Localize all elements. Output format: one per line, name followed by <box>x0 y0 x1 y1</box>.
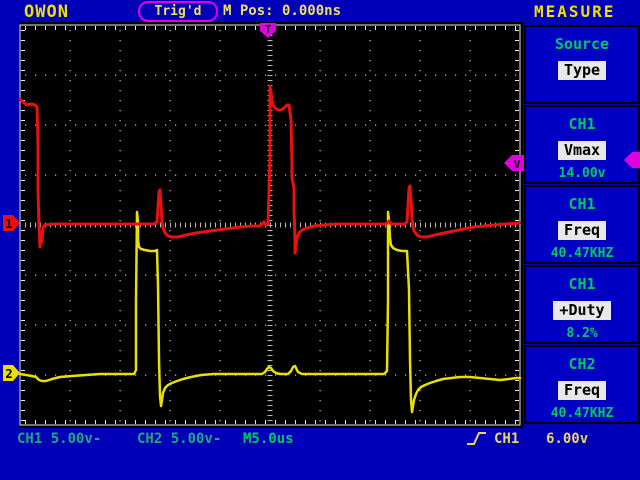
status-bar: CH1 5.00v- CH2 5.00v- M5.0us CH1 6.00v <box>0 430 640 450</box>
trigger-level-readout: 6.00v <box>546 431 589 447</box>
ch1-flag-label: 1 <box>5 217 12 231</box>
menu-item-button[interactable]: Freq <box>557 221 607 240</box>
menu-item-ch1-vmax[interactable]: CH1 Vmax 14.00v <box>524 105 640 184</box>
menu-item-value: 14.00v <box>558 166 606 181</box>
menu-item-label: CH1 <box>568 275 596 293</box>
ch1-scale-readout: CH1 5.00v- <box>17 431 102 447</box>
menu-item-button[interactable]: Freq <box>557 381 607 400</box>
brand-logo: OWON <box>24 2 69 22</box>
menu-item-ch1-duty[interactable]: CH1 +Duty 8.2% <box>524 265 640 344</box>
menu-item-button[interactable]: Vmax <box>557 141 607 160</box>
menu-item-label: CH1 <box>568 195 596 213</box>
menu-item-label: Source <box>554 35 610 53</box>
menu-item-value: 40.47KHZ <box>550 406 614 421</box>
ch2-scale-readout: CH2 5.00v- <box>137 431 222 447</box>
ch1-position-flag[interactable]: 1 <box>3 215 20 231</box>
ch2-position-flag[interactable]: 2 <box>3 365 20 381</box>
menu-item-button[interactable]: +Duty <box>553 301 611 320</box>
menu-title: MEASURE <box>534 2 616 21</box>
oscilloscope-screen: T V 1 2 OWON Trig'd M Pos: 0.000ns MEASU… <box>0 0 640 480</box>
ch2-flag-label: 2 <box>5 367 12 381</box>
measure-menu: Source Type CH1 Vmax 14.00v CH1 Freq 40.… <box>523 22 640 428</box>
menu-item-ch2-freq[interactable]: CH2 Freq 40.47KHZ <box>524 345 640 424</box>
menu-item-label: CH1 <box>568 115 596 133</box>
trigger-position-readout: M Pos: 0.000ns <box>223 3 342 19</box>
menu-item-button[interactable]: Type <box>557 61 607 80</box>
trigger-status-badge: Trig'd <box>138 1 218 22</box>
top-bar: OWON Trig'd M Pos: 0.000ns MEASURE <box>0 0 640 22</box>
trigger-source-readout: CH1 <box>494 431 520 447</box>
menu-item-value: 40.47KHZ <box>550 246 614 261</box>
menu-item-ch1-freq[interactable]: CH1 Freq 40.47KHZ <box>524 185 640 264</box>
menu-more-arrow-icon[interactable] <box>624 150 640 174</box>
graticule-panel <box>19 22 523 428</box>
timebase-readout: M5.0us <box>243 431 294 447</box>
menu-item-source[interactable]: Source Type <box>524 25 640 104</box>
trigger-slope-icon <box>466 430 488 451</box>
menu-item-value: 8.2% <box>566 326 598 341</box>
menu-item-label: CH2 <box>568 355 596 373</box>
